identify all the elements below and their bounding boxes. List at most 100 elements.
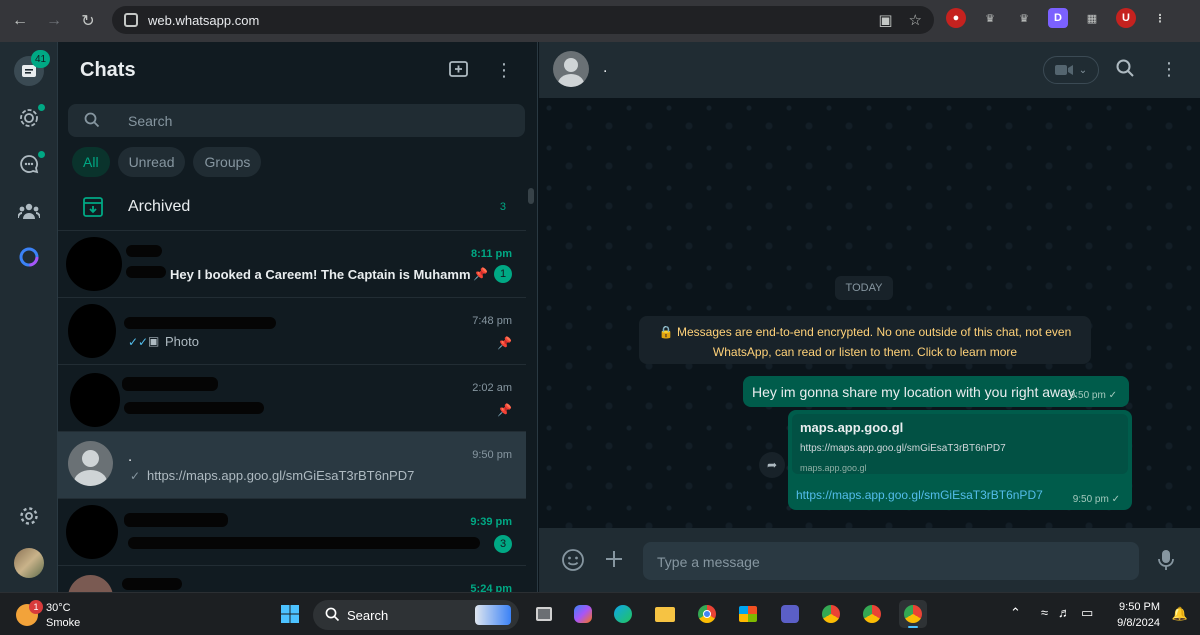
store-icon[interactable] — [734, 600, 762, 628]
archived-count: 3 — [499, 201, 506, 213]
name-redacted — [122, 377, 218, 391]
contact-name[interactable]: . — [603, 59, 607, 77]
volume-icon[interactable]: ♬ — [1058, 605, 1071, 621]
wifi-icon[interactable]: ≈ — [1041, 605, 1048, 621]
chat-row-6[interactable]: 5:24 pm — [58, 565, 526, 592]
system-tray: ⌃ ≈ ♬ ▭ — [1010, 605, 1093, 621]
chrome-icon[interactable] — [693, 600, 721, 628]
pin-icon: 📌 — [497, 403, 512, 417]
communities-nav-icon[interactable] — [15, 197, 43, 225]
chat-row-selected[interactable]: . 9:50 pm ✓ https://maps.app.goo.gl/smGi… — [58, 431, 526, 498]
link-preview-card[interactable]: maps.app.goo.gl https://maps.app.goo.gl/… — [792, 414, 1128, 474]
weather-widget[interactable]: 1 30°C Smoke — [16, 598, 96, 632]
adblock-extension-icon[interactable]: ● — [946, 8, 966, 28]
user-avatar[interactable] — [14, 548, 44, 578]
conversation-menu-icon[interactable]: ⋮ — [1160, 59, 1178, 82]
double-check-icon: ✓✓ — [128, 335, 149, 349]
nav-rail: 41 — [0, 42, 58, 592]
address-url[interactable]: web.whatsapp.com — [148, 13, 259, 28]
notification-bell-icon[interactable]: 🔔 — [1172, 606, 1188, 622]
preview-redacted — [124, 402, 264, 414]
chrome-profile-2-icon[interactable] — [817, 600, 845, 628]
chat-row-1[interactable]: 8:11 pm Hey I booked a Careem! The Capta… — [58, 230, 526, 297]
default-avatar — [68, 441, 113, 486]
conversation-search-icon[interactable] — [1116, 59, 1134, 82]
chevron-down-icon: ⌄ — [1078, 64, 1088, 76]
crown-extension-icon[interactable]: ♛ — [980, 8, 1000, 28]
chat-time: 2:02 am — [472, 382, 512, 394]
settings-gear-icon[interactable] — [15, 502, 43, 530]
new-chat-icon[interactable] — [449, 60, 469, 83]
microphone-icon[interactable] — [1157, 548, 1175, 577]
contact-avatar[interactable] — [553, 51, 589, 87]
clock[interactable]: 9:50 PM 9/8/2024 — [1117, 599, 1160, 631]
conversation-panel: . ⌄ ⋮ TODAY 🔒 Messages are end-to-end en… — [539, 42, 1200, 592]
chat-row-3[interactable]: 2:02 am 📌 — [58, 364, 526, 431]
archive-box-icon — [82, 196, 104, 223]
weather-temp: 30°C — [46, 602, 71, 614]
teams-icon[interactable] — [776, 600, 804, 628]
taskbar-search[interactable]: Search — [313, 600, 519, 630]
message-time: 9:50 pm — [1069, 390, 1106, 401]
back-arrow-icon[interactable]: ← — [6, 7, 34, 35]
name-redacted — [122, 578, 182, 590]
extensions-puzzle-icon[interactable]: ▦ — [1082, 8, 1102, 28]
d-extension-icon[interactable]: D — [1048, 8, 1068, 28]
reload-icon[interactable]: ↻ — [74, 7, 102, 35]
install-app-icon[interactable]: ▣ — [878, 11, 892, 29]
message-input[interactable]: Type a message — [643, 542, 1139, 580]
battery-icon[interactable]: ▭ — [1081, 605, 1093, 621]
browser-menu-icon[interactable]: ⋮ — [1150, 8, 1170, 28]
filter-all[interactable]: All — [72, 147, 110, 177]
forward-arrow-icon[interactable]: → — [40, 7, 68, 35]
edge-browser-icon[interactable] — [609, 600, 637, 628]
crown-extension-2-icon[interactable]: ♛ — [1014, 8, 1034, 28]
chat-row-2[interactable]: 7:48 pm ✓✓ ▣ Photo 📌 — [58, 297, 526, 364]
chat-time: 8:11 pm — [471, 248, 512, 260]
chatlist-menu-icon[interactable]: ⋮ — [495, 60, 513, 83]
clock-date: 9/8/2024 — [1117, 617, 1160, 629]
profile-avatar[interactable]: U — [1116, 8, 1136, 28]
taskbar-search-label: Search — [347, 608, 389, 623]
start-windows-icon[interactable] — [276, 600, 304, 628]
copilot-icon[interactable] — [569, 600, 597, 628]
chat-preview: https://maps.app.goo.gl/smGiEsaT3rBT6nPD… — [147, 468, 415, 483]
chatlist-scrollbar[interactable] — [528, 188, 534, 204]
address-bar[interactable]: web.whatsapp.com ▣ ☆ — [112, 6, 934, 34]
sent-check-icon: ✓ — [1108, 390, 1117, 401]
outgoing-link-message[interactable]: maps.app.goo.gl https://maps.app.goo.gl/… — [788, 410, 1132, 510]
chat-time: 7:48 pm — [472, 315, 512, 327]
filter-groups[interactable]: Groups — [193, 147, 262, 177]
link-preview-title: maps.app.goo.gl — [800, 420, 904, 435]
attach-plus-icon[interactable] — [603, 548, 625, 575]
archived-row[interactable]: Archived 3 — [58, 188, 537, 230]
message-meta: 9:50 pm ✓ — [1070, 390, 1117, 401]
message-link[interactable]: https://maps.app.goo.gl/smGiEsaT3rBT6nPD… — [796, 488, 1043, 502]
avatar-redacted — [66, 505, 118, 559]
video-call-button[interactable]: ⌄ — [1043, 56, 1099, 84]
outgoing-message[interactable]: Hey im gonna share my location with you … — [743, 376, 1129, 407]
forward-icon[interactable]: ➦ — [759, 452, 785, 478]
whatsapp-app: 41 Chats ⋮ Search All Unread Groups Arch… — [0, 42, 1200, 592]
encryption-notice[interactable]: 🔒 Messages are end-to-end encrypted. No … — [639, 316, 1091, 364]
conversation-header[interactable]: . ⌄ ⋮ — [539, 42, 1200, 98]
chrome-profile-3-icon[interactable] — [858, 600, 886, 628]
task-view-icon[interactable] — [530, 600, 558, 628]
link-preview-domain: maps.app.goo.gl — [800, 463, 867, 473]
search-input[interactable]: Search — [68, 104, 525, 137]
filter-unread[interactable]: Unread — [117, 147, 186, 177]
bookmark-star-icon[interactable]: ☆ — [909, 11, 922, 29]
file-explorer-icon[interactable] — [651, 600, 679, 628]
taskbar: 1 30°C Smoke Search ⌃ ≈ ♬ ▭ 9:50 PM 9/8/… — [0, 592, 1200, 635]
chat-row-5[interactable]: 9:39 pm 3 — [58, 498, 526, 565]
single-check-icon: ✓ — [130, 469, 141, 483]
chrome-active-icon[interactable] — [899, 600, 927, 628]
site-settings-icon[interactable] — [124, 13, 138, 27]
clock-time: 9:50 PM — [1119, 601, 1160, 613]
encryption-notice-text: Messages are end-to-end encrypted. No on… — [677, 325, 1072, 359]
meta-ai-icon[interactable] — [15, 243, 43, 271]
tray-overflow-icon[interactable]: ⌃ — [1010, 605, 1021, 621]
avatar-redacted — [68, 304, 116, 358]
emoji-icon[interactable] — [561, 548, 585, 577]
message-composer: Type a message — [539, 528, 1200, 592]
